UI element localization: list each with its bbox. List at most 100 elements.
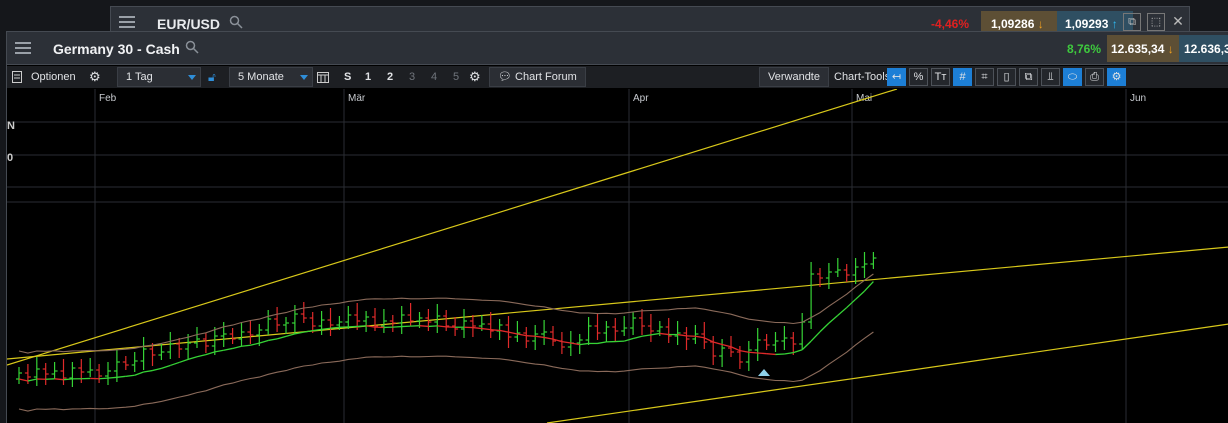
chart-forum-button[interactable]: 💬︎ Chart Forum [489, 67, 586, 87]
search-icon[interactable] [185, 40, 199, 59]
moving-average-segment [250, 343, 259, 345]
zoom-5-button[interactable]: 5 [453, 66, 459, 88]
moving-average-segment [437, 326, 446, 327]
moving-average-segment [517, 334, 526, 336]
grid-tool-icon[interactable]: # [953, 68, 972, 86]
compare-tool-icon[interactable]: ⧉ [1019, 68, 1038, 86]
settings-tool-icon[interactable]: ⚙ [1107, 68, 1126, 86]
range-select[interactable]: 5 Monate [229, 67, 313, 87]
moving-average-segment [420, 326, 429, 327]
moving-average-segment [598, 342, 607, 344]
interval-value: 1 Tag [126, 71, 153, 83]
moving-average-segment [135, 372, 144, 375]
chevron-down-icon [300, 75, 308, 80]
arrow-down-icon: ↓ [1168, 42, 1174, 56]
moving-average-segment [482, 329, 491, 330]
price-chart[interactable]: FebMärAprMaiJun N 0 [7, 89, 1228, 423]
sell-price-button[interactable]: 12.635,34 ↓ [1107, 35, 1179, 62]
zoom-2-button[interactable]: 2 [387, 66, 393, 88]
options-icon[interactable] [12, 66, 22, 88]
signal-marker-icon [758, 369, 770, 376]
moving-average-segment [144, 371, 153, 372]
percent-tool-icon[interactable]: % [909, 68, 928, 86]
sell-price: 1,09286 [991, 17, 1034, 31]
moving-average-segment [224, 348, 233, 350]
chart-forum-label: Chart Forum [515, 71, 577, 83]
moving-average-segment [473, 328, 482, 329]
price-axis-label: 0 [7, 152, 13, 164]
window-title: Germany 30 - Cash [53, 41, 180, 57]
month-label: Mai [856, 93, 872, 104]
moving-average-segment [651, 333, 660, 334]
moving-average-segment [580, 343, 589, 344]
moving-average-segment [633, 336, 642, 338]
moving-average-segment [170, 362, 179, 365]
print-tool-icon[interactable]: ⎙ [1085, 68, 1104, 86]
moving-average-segment [562, 342, 571, 343]
indicator-tool-icon[interactable]: ⫫ [1041, 68, 1060, 86]
moving-average-segment [64, 379, 73, 380]
moving-average-segment [197, 355, 206, 357]
moving-average-segment [838, 308, 847, 316]
menu-icon[interactable] [15, 41, 31, 60]
moving-average-segment [865, 282, 874, 292]
moving-average-segment [188, 357, 197, 360]
moving-average-segment [722, 344, 731, 346]
moving-average-segment [491, 330, 500, 331]
moving-average-segment [829, 315, 838, 323]
moving-average-segment [784, 353, 793, 354]
chart-tools-label: Chart-Tools [834, 66, 890, 88]
moving-average-segment [206, 352, 215, 355]
options-menu[interactable]: Optionen [31, 66, 76, 88]
moving-average-segment [331, 327, 340, 328]
moving-average-segment [526, 336, 535, 337]
moving-average-segment [678, 335, 687, 336]
cursor-tool-icon[interactable]: ↤ [887, 68, 906, 86]
zoom-1-button[interactable]: 1 [365, 66, 371, 88]
related-button[interactable]: Verwandte [759, 67, 829, 87]
interval-select[interactable]: 1 Tag [117, 67, 201, 87]
crosshair-tool-icon[interactable]: ⌗ [975, 68, 994, 86]
window-title: EUR/USD [157, 16, 220, 32]
month-label: Mär [348, 93, 366, 104]
moving-average-segment [161, 365, 170, 368]
moving-average-segment [99, 378, 108, 379]
moving-average-segment [277, 336, 286, 339]
month-label: Feb [99, 93, 117, 104]
moving-average-segment [544, 337, 553, 339]
label-tool-icon[interactable]: ⬭ [1063, 68, 1082, 86]
chevron-down-icon [188, 75, 196, 80]
moving-average-segment [19, 379, 28, 381]
chart-settings-icon[interactable]: ⚙ [469, 66, 481, 88]
moving-average-segment [731, 347, 740, 351]
lock-icon[interactable]: 🔓︎ [208, 66, 216, 88]
close-icon[interactable]: ✕ [1169, 13, 1187, 31]
price-axis-label: N [7, 120, 15, 132]
moving-average-segment [153, 368, 162, 370]
moving-average-segment [108, 377, 117, 378]
moving-average-segment [535, 336, 544, 337]
zoom-3-button[interactable]: 3 [409, 66, 415, 88]
moving-average-segment [55, 379, 64, 380]
moving-average-segment [758, 353, 767, 354]
moving-average-segment [856, 291, 865, 299]
moving-average-segment [847, 299, 856, 307]
popout-window-icon[interactable]: ⬚ [1147, 13, 1165, 31]
germany30-window[interactable]: Germany 30 - Cash 8,76% 12.635,34 ↓ 12.6… [6, 31, 1228, 423]
moving-average-segment [28, 379, 37, 381]
buy-price-button[interactable]: 12.636,3 [1179, 35, 1228, 62]
range-value: 5 Monate [238, 71, 284, 83]
change-percent: -4,46% [931, 17, 969, 31]
window-titlebar[interactable]: Germany 30 - Cash 8,76% 12.635,34 ↓ 12.6… [7, 32, 1228, 65]
detach-window-icon[interactable]: ⧉ [1123, 13, 1141, 31]
month-label: Jun [1130, 93, 1146, 104]
calendar-icon[interactable] [317, 66, 329, 88]
text-tool-icon[interactable]: Tт [931, 68, 950, 86]
zoom-s-button[interactable]: S [344, 66, 351, 88]
chart-canvas[interactable]: FebMärAprMaiJun [7, 89, 1228, 423]
candle-tool-icon[interactable]: ▯ [997, 68, 1016, 86]
gear-icon[interactable]: ⚙ [89, 66, 101, 88]
moving-average-segment [713, 342, 722, 344]
zoom-4-button[interactable]: 4 [431, 66, 437, 88]
change-percent: 8,76% [1067, 42, 1101, 56]
